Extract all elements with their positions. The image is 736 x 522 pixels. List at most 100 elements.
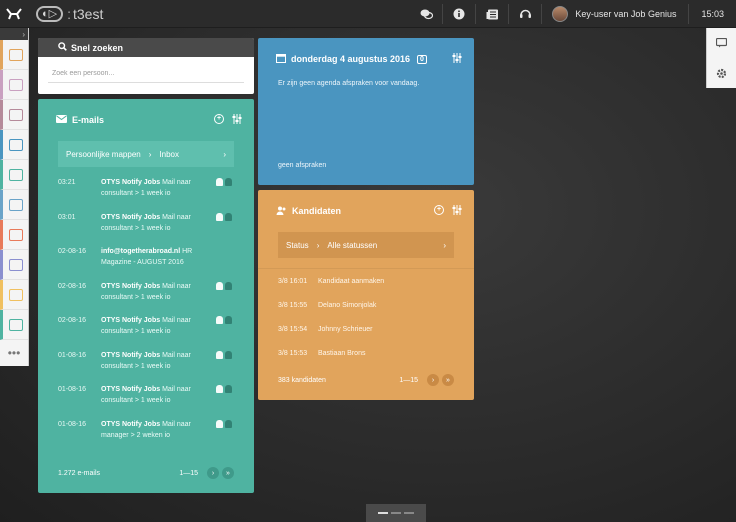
emails-folder-breadcrumb[interactable]: Persoonlijke mappen › Inbox › (58, 141, 234, 167)
sliders-icon[interactable] (452, 52, 462, 66)
emails-subfolder-label: Inbox (159, 149, 179, 159)
user-menu[interactable]: Key-user van Job Genius (542, 6, 688, 22)
rail-contacts-item[interactable] (0, 100, 28, 130)
right-rail (706, 28, 736, 88)
candidate-name: Bastiaan Brons (318, 349, 366, 357)
support-icon[interactable] (509, 0, 541, 28)
rail-tasks-item[interactable] (0, 280, 28, 310)
add-candidate-icon[interactable]: + (434, 204, 444, 215)
next-page-icon[interactable]: › (207, 467, 219, 479)
candidate-row[interactable]: 3/8 15:55 Delano Simonjolak (258, 293, 474, 317)
emails-title: E-mails (72, 115, 105, 125)
chevron-right-icon: › (316, 240, 320, 250)
rail-agenda-item[interactable] (0, 130, 28, 160)
contact-icon[interactable] (225, 212, 232, 221)
next-page-icon[interactable]: › (427, 374, 439, 386)
app-logo-icon[interactable] (0, 0, 28, 28)
add-email-icon[interactable]: + (214, 113, 224, 124)
user-icon[interactable] (216, 212, 223, 221)
candidate-name: Kandidaat aanmaken (318, 277, 385, 285)
emails-count: 1.272 e-mails (58, 469, 101, 477)
pager-dot[interactable] (391, 512, 401, 514)
rail-vacancies-item[interactable] (0, 250, 28, 280)
contact-icon[interactable] (225, 178, 232, 186)
candidates-count: 383 kandidaten (278, 376, 326, 384)
email-row[interactable]: 03:21 OTYS Notify Jobs Mail naar consulta… (38, 177, 254, 212)
agenda-link[interactable]: geen afspraken (278, 162, 326, 169)
user-icon[interactable] (216, 385, 223, 393)
info-icon[interactable] (443, 0, 475, 28)
rail-reports-icon (8, 228, 23, 241)
email-subject: OTYS Notify Jobs Mail naar consultant > … (101, 350, 216, 385)
brand-logo-icon: ◐▷ (36, 5, 64, 22)
dashboard-pager[interactable] (366, 504, 426, 522)
email-row[interactable]: 01-08-16 OTYS Notify Jobs Mail naar manag… (38, 419, 254, 454)
brand: ◐▷ : t3est (36, 5, 103, 22)
chat-icon[interactable] (410, 0, 442, 28)
emails-widget: E-mails + Persoonlijke mappen › Inbox › … (38, 99, 254, 493)
email-row[interactable]: 01-08-16 OTYS Notify Jobs Mail naar consu… (38, 384, 254, 419)
candidate-time: 3/8 15:53 (278, 349, 308, 357)
sliders-icon[interactable] (232, 113, 242, 127)
email-list: 03:21 OTYS Notify Jobs Mail naar consulta… (38, 177, 254, 453)
person-search-input[interactable] (48, 65, 244, 83)
status-label: Status (286, 240, 309, 250)
last-page-icon[interactable]: » (222, 467, 234, 479)
user-icon[interactable] (216, 350, 223, 359)
pager-dot-active[interactable] (378, 512, 388, 514)
email-row[interactable]: 02-08-16 info@togetherabroad.nl HR Magazi… (38, 246, 254, 281)
contact-icon[interactable] (225, 419, 232, 428)
rail-candidates-item[interactable] (0, 40, 28, 70)
rail-collapse-icon[interactable]: › (0, 28, 28, 40)
email-row[interactable]: 03:01 OTYS Notify Jobs Mail naar consulta… (38, 212, 254, 247)
email-date: 01-08-16 (58, 420, 87, 428)
email-date: 03:21 (58, 179, 76, 186)
email-row[interactable]: 02-08-16 OTYS Notify Jobs Mail naar consu… (38, 315, 254, 350)
rail-notifications-item[interactable] (0, 310, 28, 340)
comment-icon[interactable] (707, 28, 736, 58)
sliders-icon[interactable] (452, 204, 462, 218)
contact-icon[interactable] (225, 385, 232, 393)
settings-gear-icon[interactable] (707, 58, 736, 88)
contact-icon[interactable] (225, 316, 232, 324)
email-sender: OTYS Notify Jobs (101, 282, 161, 290)
left-rail: › ••• (0, 28, 29, 366)
chevron-right-icon: › (148, 149, 152, 159)
candidates-status-filter[interactable]: Status › Alle statussen › (278, 232, 454, 258)
last-page-icon[interactable]: » (442, 374, 454, 386)
emails-range: 1—15 (179, 469, 198, 477)
chevron-right-icon: › (223, 149, 226, 159)
rail-candidates-icon (8, 48, 23, 61)
email-row[interactable]: 01-08-16 OTYS Notify Jobs Mail naar consu… (38, 350, 254, 385)
contact-icon[interactable] (225, 350, 232, 359)
candidate-row[interactable]: 3/8 15:53 Bastiaan Brons (258, 341, 474, 365)
rail-companies-item[interactable] (0, 70, 28, 100)
email-sender: info@togetherabroad.nl (101, 248, 181, 255)
candidates-range: 1—15 (399, 376, 418, 384)
rail-more-icon[interactable]: ••• (0, 340, 28, 366)
candidate-row[interactable]: 3/8 15:54 Johnny Schrieuer (258, 317, 474, 341)
rail-emails-item[interactable] (0, 160, 28, 190)
user-icon[interactable] (216, 281, 223, 290)
candidate-time: 3/8 15:54 (278, 325, 308, 333)
status-value: Alle statussen (327, 240, 378, 250)
user-icon[interactable] (216, 316, 223, 324)
news-icon[interactable] (476, 0, 508, 28)
chevron-right-icon: › (443, 240, 446, 250)
rail-tasks-icon (8, 288, 23, 301)
user-icon[interactable] (216, 178, 223, 186)
candidates-title: Kandidaten (292, 206, 342, 216)
candidate-row[interactable]: 3/8 16:01 Kandidaat aanmaken (258, 269, 474, 293)
rail-documents-item[interactable] (0, 190, 28, 220)
pager-dot[interactable] (404, 512, 414, 514)
rail-reports-item[interactable] (0, 220, 28, 250)
emails-footer: 1.272 e-mails 1—15 › » (58, 467, 234, 479)
agenda-empty-text: Er zijn geen agenda afspraken voor vanda… (278, 80, 420, 87)
email-date: 02-08-16 (58, 248, 87, 255)
mail-icon (56, 115, 67, 125)
email-row[interactable]: 02-08-16 OTYS Notify Jobs Mail naar consu… (38, 281, 254, 316)
email-sender: OTYS Notify Jobs (101, 386, 161, 393)
contact-icon[interactable] (225, 281, 232, 290)
user-icon[interactable] (216, 419, 223, 428)
candidate-list: 3/8 16:01 Kandidaat aanmaken 3/8 15:55 Dela… (258, 268, 474, 365)
